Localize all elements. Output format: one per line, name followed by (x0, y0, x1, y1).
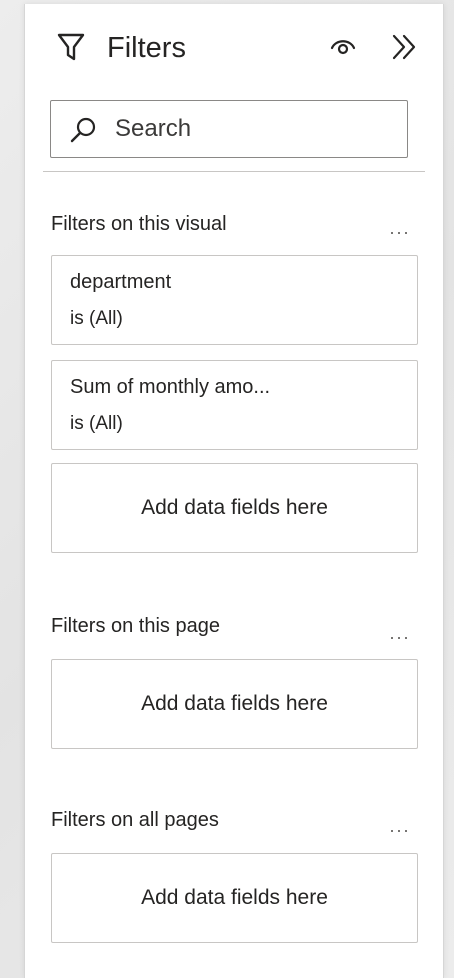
more-options-all-pages-button[interactable]: ... (385, 816, 415, 836)
filter-field-name: department (70, 271, 172, 293)
filter-field-name: Sum of monthly amo... (70, 376, 271, 398)
more-options-page-button[interactable]: ... (385, 623, 415, 643)
filters-pane-header: Filters (25, 4, 443, 94)
drop-zone-label: Add data fields here (141, 692, 328, 715)
section-title-visual: Filters on this visual (51, 213, 227, 235)
drop-zone-all-pages[interactable]: Add data fields here (51, 853, 418, 943)
header-divider (43, 171, 425, 172)
search-input[interactable] (115, 111, 395, 147)
eye-icon[interactable] (329, 34, 357, 58)
filter-condition: is (All) (70, 308, 123, 329)
drop-zone-label: Add data fields here (141, 886, 328, 909)
drop-zone-visual[interactable]: Add data fields here (51, 463, 418, 553)
section-title-all-pages: Filters on all pages (51, 809, 219, 831)
search-icon (70, 117, 96, 143)
drop-zone-page[interactable]: Add data fields here (51, 659, 418, 749)
filter-condition: is (All) (70, 413, 123, 434)
section-title-page: Filters on this page (51, 615, 220, 637)
more-options-visual-button[interactable]: ... (385, 218, 415, 238)
double-chevron-right-icon[interactable] (389, 32, 419, 62)
search-box[interactable] (50, 100, 408, 158)
filter-card-department[interactable]: department is (All) (51, 255, 418, 345)
filter-card-sum-monthly-amount[interactable]: Sum of monthly amo... is (All) (51, 360, 418, 450)
drop-zone-label: Add data fields here (141, 496, 328, 519)
pane-title: Filters (107, 32, 186, 64)
filters-pane: Filters Filters on this visual ... depar… (24, 4, 444, 978)
filter-funnel-icon (57, 33, 85, 61)
